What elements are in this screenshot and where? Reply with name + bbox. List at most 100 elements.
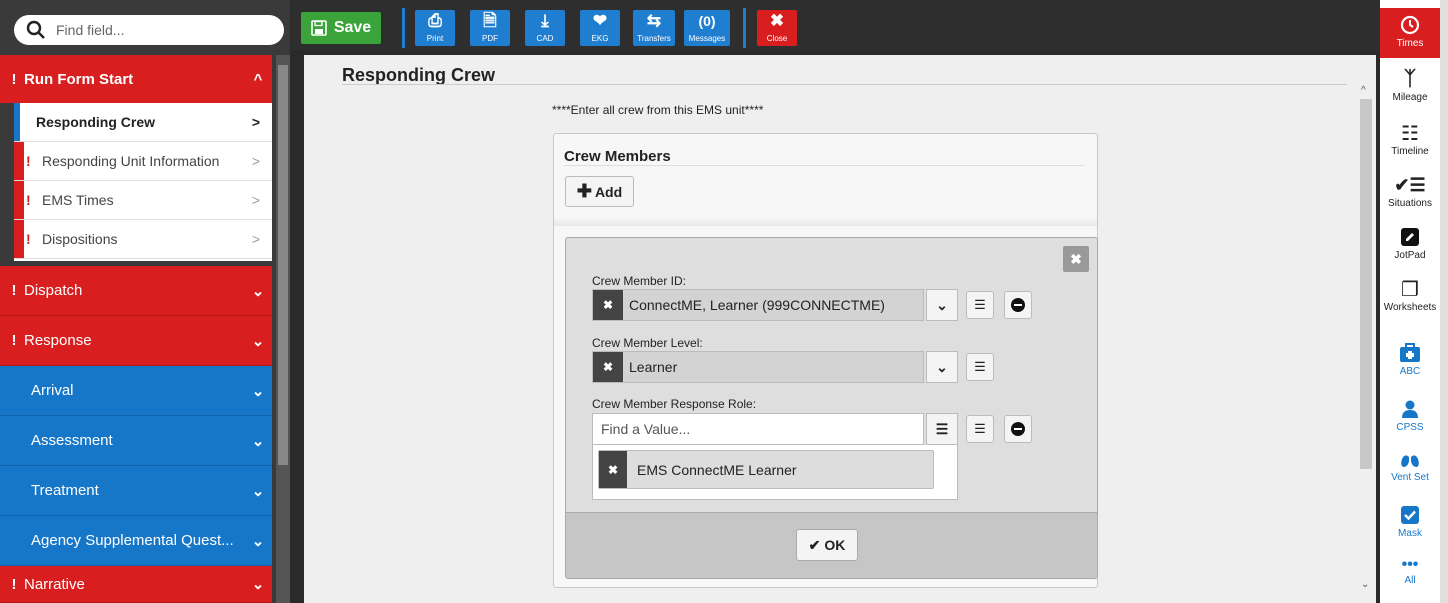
sidebar-section-narrative[interactable]: ! Narrative ⌄ [0,566,272,603]
scrollbar-thumb[interactable] [278,65,288,465]
sidebar-section-run-form-start[interactable]: ! Run Form Start ^ [0,55,272,103]
clear-icon[interactable]: ✖ [593,290,623,320]
minus-circle-icon [1011,422,1025,436]
alert-icon: ! [11,282,17,299]
sidebar-section-treatment[interactable]: Treatment ⌄ [0,466,272,516]
sidebar-section-arrival[interactable]: Arrival ⌄ [0,366,272,416]
sidebar-item-dispositions[interactable]: ! Dispositions > [14,220,272,259]
all-button[interactable]: ••• All [1380,555,1440,586]
scrollbar-thumb[interactable] [1360,99,1372,469]
sidebar-scrollbar[interactable] [276,55,290,603]
crew-member-role-field[interactable] [592,413,924,445]
alert-stripe [14,220,24,258]
jotpad-button[interactable]: JotPad [1380,224,1440,261]
cpss-button[interactable]: CPSS [1380,396,1440,433]
print-button[interactable]: ⎙ Print [415,10,455,46]
sidebar-item-responding-unit-information[interactable]: ! Responding Unit Information > [14,142,272,181]
mask-label: Mask [1398,528,1422,539]
title-divider [342,84,1347,85]
alert-icon: ! [26,153,31,169]
sidebar-section-response[interactable]: ! Response ⌄ [0,316,272,366]
crew-member-role-remove-button[interactable] [1004,415,1032,443]
sidebar-item-label: Responding Unit Information [42,153,220,169]
crew-member-id-field[interactable]: ✖ ConnectME, Learner (999CONNECTME) [592,289,924,321]
abc-button[interactable]: ABC [1380,340,1440,377]
situations-button[interactable]: ✔☰ Situations [1380,172,1440,210]
crew-member-role-list-button[interactable]: ☰ [966,415,994,443]
check-list-icon: ✔☰ [1394,174,1426,195]
sidebar-section-assessment[interactable]: Assessment ⌄ [0,416,272,466]
chevron-down-icon: ⌄ [251,382,265,400]
add-crew-button[interactable]: ✚ Add [565,176,634,207]
cad-button[interactable]: ⤓ CAD [525,10,565,46]
crew-member-id-label: Crew Member ID: [592,274,687,288]
close-button[interactable]: ✖ Close [757,10,797,46]
pdf-button[interactable]: 🗎 PDF [470,10,510,46]
cpss-label: CPSS [1396,422,1424,433]
right-tool-bar: Times ᛉ Mileage ☷ Timeline ✔☰ Situations… [1380,0,1448,603]
check-icon: ✔ [808,536,821,553]
situations-label: Situations [1388,198,1432,209]
clear-icon[interactable]: ✖ [593,352,623,382]
alert-stripe [14,142,24,180]
mileage-button[interactable]: ᛉ Mileage [1380,66,1440,104]
sidebar-section-agency-supplemental[interactable]: Agency Supplemental Quest... ⌄ [0,516,272,566]
list-icon: ☰ [974,297,986,312]
crew-member-id-remove-button[interactable] [1004,291,1032,319]
ekg-button[interactable]: ❤ EKG [580,10,620,46]
sidebar-item-ems-times[interactable]: ! EMS Times > [14,181,272,220]
timeline-button[interactable]: ☷ Timeline [1380,120,1440,158]
vent-set-button[interactable]: Vent Set [1380,446,1440,483]
main-content: Responding Crew ****Enter all crew from … [304,55,1376,603]
alert-icon: ! [26,231,31,247]
crew-member-level-value: Learner [629,359,678,375]
save-button[interactable]: Save [301,12,381,44]
top-toolbar: Save ⎙ Print 🗎 PDF ⤓ CAD ❤ EKG ⇆ Transfe… [290,0,1380,50]
ok-label: OK [824,537,846,553]
crew-member-level-list-button[interactable]: ☰ [966,353,994,381]
times-button[interactable]: Times [1380,8,1440,58]
rightbar-scrollbar[interactable] [1440,0,1448,603]
sidebar-section-label: Arrival [31,382,74,399]
remove-member-button[interactable]: ✖ [1063,246,1089,272]
chevron-up-icon: ^ [253,70,263,88]
alert-stripe [14,181,24,219]
minus-circle-icon [1011,298,1025,312]
field-search-box[interactable] [14,15,284,45]
main-scrollbar[interactable]: ^ ⌄ [1358,79,1374,599]
sidebar-section-label: Assessment [31,432,113,449]
sidebar-item-responding-crew[interactable]: Responding Crew > [14,103,272,142]
chevron-down-icon: ⌄ [251,532,265,550]
road-icon: ᛉ [1404,67,1416,90]
sidebar-section-dispatch[interactable]: ! Dispatch ⌄ [0,266,272,316]
mask-button[interactable]: Mask [1380,502,1440,539]
transfers-button[interactable]: ⇆ Transfers [633,10,675,46]
crew-member-id-list-button[interactable]: ☰ [966,291,994,319]
panel-shadow [554,218,1097,226]
page-title: Responding Crew [342,65,496,85]
chevron-down-icon: ⌄ [936,358,948,375]
worksheets-button[interactable]: ❐ Worksheets [1380,276,1440,314]
messages-button[interactable]: (0) Messages [684,10,730,46]
crew-member-level-field[interactable]: ✖ Learner [592,351,924,383]
scroll-down-icon[interactable]: ⌄ [1361,579,1369,590]
crew-member-level-dropdown[interactable]: ⌄ [926,351,958,383]
crew-member-role-input[interactable] [601,421,921,437]
sidebar-section-label: Agency Supplemental Quest... [31,532,234,549]
crew-member-level-label: Crew Member Level: [592,336,703,350]
scroll-up-icon[interactable]: ^ [1361,85,1366,96]
active-indicator [14,103,20,141]
cad-label: CAD [536,34,554,43]
crew-member-role-menu-button[interactable]: ☰ [926,413,958,445]
crew-member-id-dropdown[interactable]: ⌄ [926,289,958,321]
chevron-right-icon: > [251,114,260,130]
user-icon [1380,396,1440,422]
sidebar-section-label: Dispatch [24,282,83,299]
toolbar-divider [743,8,746,48]
transfer-icon: ⇆ [646,11,662,30]
ok-button[interactable]: ✔ OK [796,529,858,561]
remove-role-icon[interactable]: ✖ [599,451,627,488]
search-icon [26,20,45,39]
lungs-icon [1380,446,1440,472]
field-search-input[interactable] [56,22,256,38]
